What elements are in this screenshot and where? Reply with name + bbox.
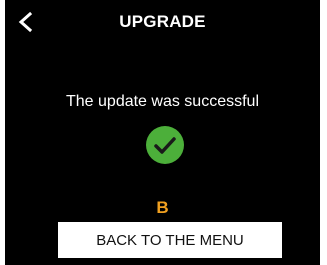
back-to-menu-button[interactable]: BACK TO THE MENU (58, 222, 282, 258)
success-message: The update was successful (66, 93, 259, 110)
device-screen: UPGRADE The update was successful B BACK… (5, 0, 320, 265)
marker-label: B (156, 198, 169, 217)
page-title: UPGRADE (119, 12, 206, 31)
header: UPGRADE (5, 0, 320, 42)
check-circle-icon (146, 126, 184, 164)
